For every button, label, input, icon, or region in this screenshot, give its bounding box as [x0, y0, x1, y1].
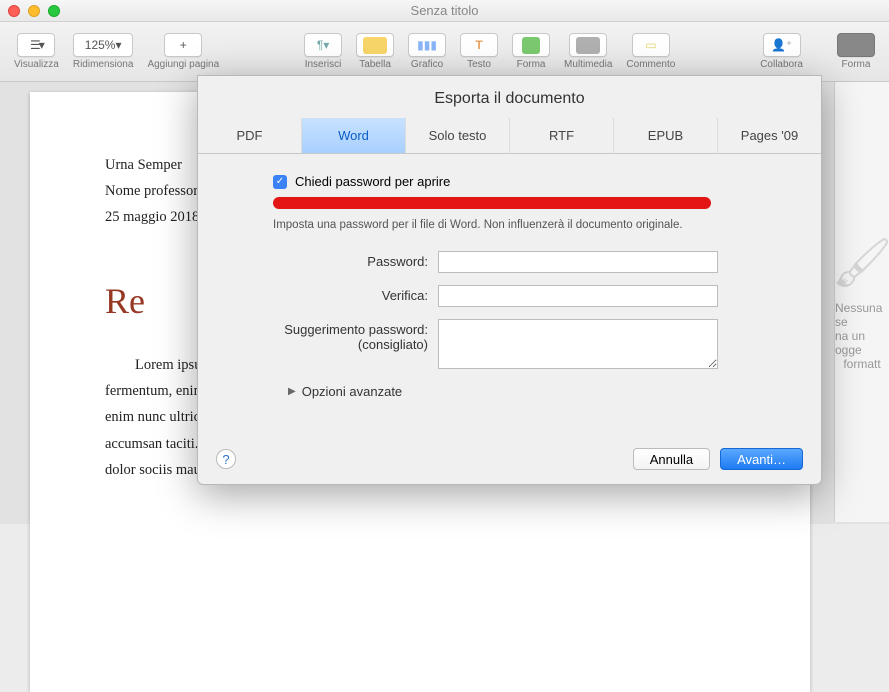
shape-label: Forma — [517, 59, 546, 70]
advanced-options-label: Opzioni avanzate — [302, 384, 402, 399]
password-label: Password: — [228, 251, 438, 269]
close-window-button[interactable] — [8, 5, 20, 17]
chart-button[interactable]: ▮▮▮ — [408, 33, 446, 57]
hint-label: Suggerimento password: (consigliato) — [228, 319, 438, 352]
require-password-checkbox[interactable]: ✓ — [273, 175, 287, 189]
dialog-title: Esporta il documento — [198, 76, 821, 118]
comment-label: Commento — [626, 59, 675, 70]
zoom-label: Ridimensiona — [73, 59, 134, 70]
window-titlebar: Senza titolo — [0, 0, 889, 22]
minimize-window-button[interactable] — [28, 5, 40, 17]
zoom-button[interactable]: 125% ▾ — [73, 33, 133, 57]
collaborate-label: Collabora — [760, 59, 803, 70]
cancel-button[interactable]: Annulla — [633, 448, 710, 470]
add-page-label: Aggiungi pagina — [147, 59, 219, 70]
help-button[interactable]: ? — [216, 449, 236, 469]
tab-pages09[interactable]: Pages '09 — [718, 118, 821, 153]
verify-password-field[interactable] — [438, 285, 718, 307]
export-tabs: PDF Word Solo testo RTF EPUB Pages '09 — [198, 118, 821, 154]
insert-button[interactable]: ¶▾ — [304, 33, 342, 57]
inspector-text: Nessuna se — [835, 301, 889, 329]
inspector-text: formatt — [843, 357, 880, 371]
tab-epub[interactable]: EPUB — [614, 118, 718, 153]
password-field[interactable] — [438, 251, 718, 273]
add-page-button[interactable]: + — [164, 33, 202, 57]
text-label: Testo — [467, 59, 491, 70]
tab-rtf[interactable]: RTF — [510, 118, 614, 153]
advanced-options-disclosure[interactable]: ▶ Opzioni avanzate — [288, 384, 791, 399]
format-label: Forma — [842, 59, 871, 70]
password-hint-field[interactable] — [438, 319, 718, 369]
chart-label: Grafico — [411, 59, 443, 70]
view-label: Visualizza — [14, 59, 59, 70]
view-button[interactable]: ☰▾ — [17, 33, 55, 57]
table-button[interactable] — [356, 33, 394, 57]
next-button[interactable]: Avanti… — [720, 448, 803, 470]
collaborate-button[interactable]: 👤⁺ — [763, 33, 801, 57]
brush-icon: 🖌 — [832, 234, 889, 291]
shape-button[interactable] — [512, 33, 550, 57]
tab-plain-text[interactable]: Solo testo — [406, 118, 510, 153]
tab-word[interactable]: Word — [302, 118, 406, 153]
toolbar: ☰▾ Visualizza 125% ▾ Ridimensiona + Aggi… — [0, 22, 889, 82]
text-button[interactable]: T — [460, 33, 498, 57]
media-label: Multimedia — [564, 59, 612, 70]
require-password-label: Chiedi password per aprire — [295, 174, 450, 189]
format-button[interactable] — [837, 33, 875, 57]
redaction-bar — [273, 197, 711, 209]
password-help-text: Imposta una password per il file di Word… — [273, 219, 791, 231]
export-dialog: Esporta il documento PDF Word Solo testo… — [197, 75, 822, 485]
inspector-panel: 🖌 Nessuna se na un ogge formatt — [834, 82, 889, 522]
chevron-right-icon: ▶ — [288, 386, 296, 397]
tab-pdf[interactable]: PDF — [198, 118, 302, 153]
zoom-window-button[interactable] — [48, 5, 60, 17]
table-label: Tabella — [359, 59, 391, 70]
media-button[interactable] — [569, 33, 607, 57]
insert-label: Inserisci — [305, 59, 342, 70]
window-title: Senza titolo — [0, 3, 889, 18]
inspector-text: na un ogge — [835, 329, 889, 357]
verify-label: Verifica: — [228, 285, 438, 303]
comment-button[interactable]: ▭ — [632, 33, 670, 57]
